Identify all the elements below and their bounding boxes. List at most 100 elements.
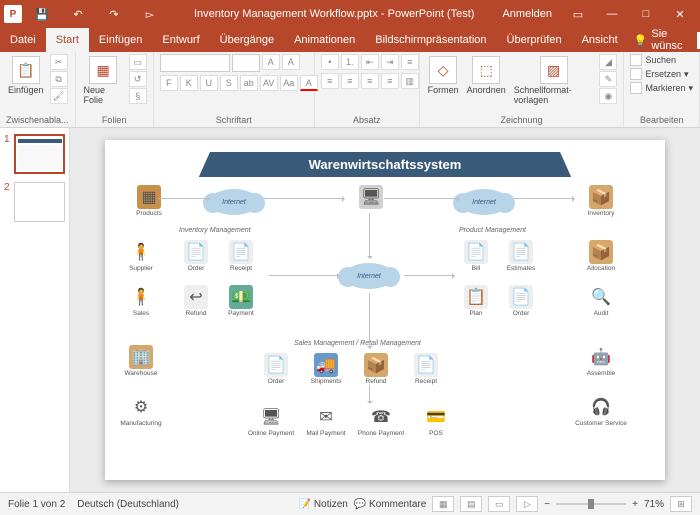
spacing-button[interactable]: AV xyxy=(260,75,278,91)
case-button[interactable]: Aa xyxy=(280,75,298,91)
sign-in-link[interactable]: Anmelden xyxy=(502,8,552,20)
bold-button[interactable]: F xyxy=(160,75,178,91)
group-font: AA FKUSabAVAaA Schriftart xyxy=(154,52,315,127)
line-spacing-button[interactable]: ≡ xyxy=(401,54,419,70)
receipt-icon: 📄 xyxy=(229,240,253,264)
reset-button[interactable]: ↺ xyxy=(129,71,147,87)
group-drawing: ◇Formen ⬚Anordnen ▨Schnellformat-vorlage… xyxy=(420,52,625,127)
quick-styles-button[interactable]: ▨Schnellformat-vorlagen xyxy=(512,54,596,107)
section-button[interactable]: § xyxy=(129,88,147,104)
shape-effects-button[interactable]: ◉ xyxy=(599,88,617,104)
align-right-button[interactable]: ≡ xyxy=(361,73,379,89)
notes-button[interactable]: 📝 Notizen xyxy=(299,499,348,510)
thumb-number-2: 2 xyxy=(4,182,11,222)
language-indicator[interactable]: Deutsch (Deutschland) xyxy=(77,499,179,510)
align-left-button[interactable]: ≡ xyxy=(321,73,339,89)
document-icon: 📄 xyxy=(509,285,533,309)
arrow-icon xyxy=(159,198,209,199)
tab-animationen[interactable]: Animationen xyxy=(284,28,365,52)
tell-me[interactable]: 💡Sie wünsc xyxy=(628,28,693,52)
bullets-button[interactable]: • xyxy=(321,54,339,70)
tab-entwurf[interactable]: Entwurf xyxy=(152,28,209,52)
cloud-icon: Internet xyxy=(459,189,509,215)
styles-icon: ▨ xyxy=(540,56,568,84)
gear-icon: ⚙ xyxy=(129,395,153,419)
shape-outline-button[interactable]: ✎ xyxy=(599,71,617,87)
thumb-number-1: 1 xyxy=(4,134,11,174)
indent-dec-button[interactable]: ⇤ xyxy=(361,54,379,70)
sorter-view-button[interactable]: ▤ xyxy=(460,496,482,512)
ribbon: 📋Einfügen ✂ ⧉ 🖌 Zwischenabla... ▦Neue Fo… xyxy=(0,52,700,128)
new-slide-button[interactable]: ▦Neue Folie xyxy=(82,54,125,107)
comments-button[interactable]: 💬 Kommentare xyxy=(354,499,426,510)
arrow-icon xyxy=(369,385,370,403)
qat-start-icon[interactable]: ▻ xyxy=(134,3,166,25)
arrow-icon xyxy=(404,275,454,276)
tab-ansicht[interactable]: Ansicht xyxy=(572,28,628,52)
arrow-icon xyxy=(514,198,574,199)
find-button[interactable]: Suchen xyxy=(630,54,693,66)
close-button[interactable]: ✕ xyxy=(664,3,696,25)
ribbon-options-icon[interactable]: ▭ xyxy=(562,3,594,25)
copy-button[interactable]: ⧉ xyxy=(50,71,68,87)
numbering-button[interactable]: 1. xyxy=(341,54,359,70)
zoom-slider[interactable] xyxy=(556,503,626,505)
thumbnail-2[interactable] xyxy=(14,182,65,222)
replace-icon xyxy=(630,68,642,80)
shrink-font-button[interactable]: A xyxy=(282,54,300,70)
qat-save-icon[interactable]: 💾 xyxy=(26,3,58,25)
shape-fill-button[interactable]: ◢ xyxy=(599,54,617,70)
align-center-button[interactable]: ≡ xyxy=(341,73,359,89)
tab-einfugen[interactable]: Einfügen xyxy=(89,28,152,52)
slideshow-view-button[interactable]: ▷ xyxy=(516,496,538,512)
current-slide: Warenwirtschaftssystem ▦Products Interne… xyxy=(105,140,665,480)
italic-button[interactable]: K xyxy=(180,75,198,91)
shadow-button[interactable]: ab xyxy=(240,75,258,91)
layout-button[interactable]: ▭ xyxy=(129,54,147,70)
box-icon: 📦 xyxy=(364,353,388,377)
zoom-level[interactable]: 71% xyxy=(644,499,664,510)
reading-view-button[interactable]: ▭ xyxy=(488,496,510,512)
maximize-button[interactable]: □ xyxy=(630,3,662,25)
tab-datei[interactable]: Datei xyxy=(0,28,46,52)
zoom-out-button[interactable]: − xyxy=(544,499,550,510)
columns-button[interactable]: ▥ xyxy=(401,73,419,89)
clipboard-icon: 📋 xyxy=(12,56,40,84)
normal-view-button[interactable]: ▦ xyxy=(432,496,454,512)
cut-button[interactable]: ✂ xyxy=(50,54,68,70)
select-button[interactable]: Markieren ▾ xyxy=(630,82,693,94)
shapes-button[interactable]: ◇Formen xyxy=(426,54,461,97)
document-icon: 📄 xyxy=(184,240,208,264)
arrange-icon: ⬚ xyxy=(472,56,500,84)
thumbnail-1[interactable] xyxy=(14,134,65,174)
phone-icon: ☎ xyxy=(369,405,393,429)
qat-redo-icon[interactable]: ↷ xyxy=(98,3,130,25)
refund-icon: ↩ xyxy=(184,285,208,309)
tab-ubergange[interactable]: Übergänge xyxy=(210,28,284,52)
qat-undo-icon[interactable]: ↶ xyxy=(62,3,94,25)
format-painter-button[interactable]: 🖌 xyxy=(50,88,68,104)
grow-font-button[interactable]: A xyxy=(262,54,280,70)
paste-button[interactable]: 📋Einfügen xyxy=(6,54,46,97)
indent-inc-button[interactable]: ⇥ xyxy=(381,54,399,70)
tab-start[interactable]: Start xyxy=(46,28,89,52)
minimize-button[interactable]: — xyxy=(596,3,628,25)
slide-canvas[interactable]: Warenwirtschaftssystem ▦Products Interne… xyxy=(70,128,700,492)
person-icon: 🧍 xyxy=(129,285,153,309)
underline-button[interactable]: U xyxy=(200,75,218,91)
tab-bildschirm[interactable]: Bildschirmpräsentation xyxy=(365,28,496,52)
tab-uberprufen[interactable]: Überprüfen xyxy=(497,28,572,52)
strike-button[interactable]: S xyxy=(220,75,238,91)
fit-window-button[interactable]: ⊞ xyxy=(670,496,692,512)
group-slides: ▦Neue Folie ▭ ↺ § Folien xyxy=(76,52,154,127)
document-icon: 📄 xyxy=(509,240,533,264)
arrange-button[interactable]: ⬚Anordnen xyxy=(465,54,508,97)
font-family-select[interactable] xyxy=(160,54,230,72)
justify-button[interactable]: ≡ xyxy=(381,73,399,89)
font-size-select[interactable] xyxy=(232,54,260,72)
replace-button[interactable]: Ersetzen ▾ xyxy=(630,68,693,80)
slide-thumbnails: 1 2 xyxy=(0,128,70,492)
zoom-in-button[interactable]: + xyxy=(632,499,638,510)
app-icon: P xyxy=(4,5,22,23)
group-paragraph: •1.⇤⇥≡ ≡≡≡≡▥ Absatz xyxy=(315,52,420,127)
